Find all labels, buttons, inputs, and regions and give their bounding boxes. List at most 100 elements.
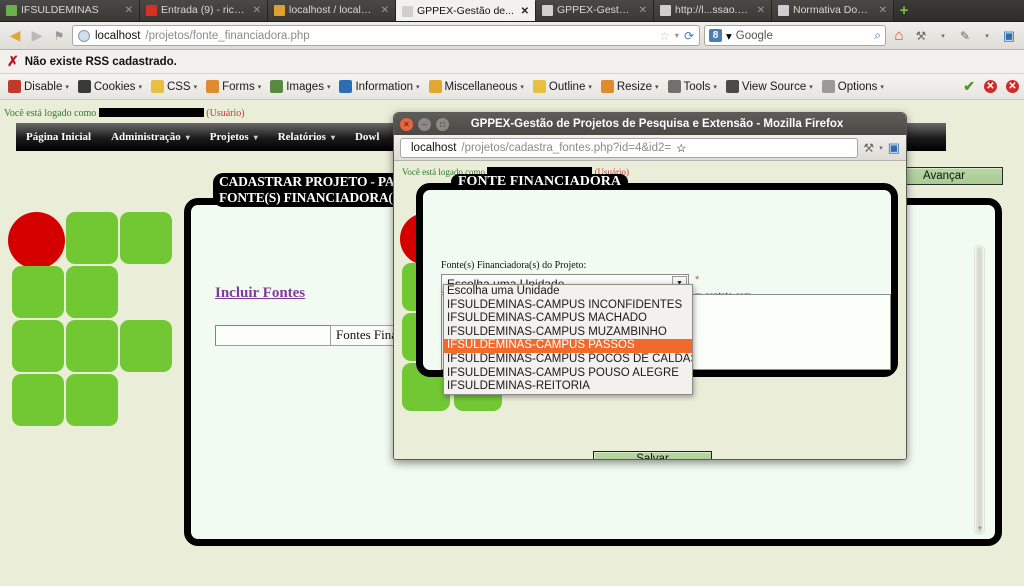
chevron-down-icon[interactable]: ▾ xyxy=(416,83,420,91)
logo-square xyxy=(66,320,118,372)
browser-tab-5[interactable]: http://l...ssao.php ✕ xyxy=(654,0,772,21)
site-menu-projetos[interactable]: Projetos ▾ xyxy=(200,131,268,143)
devtool-miscellaneous[interactable]: Miscellaneous ▾ xyxy=(426,79,527,94)
chevron-down-icon[interactable]: ▾ xyxy=(655,83,659,91)
site-menu-dowl[interactable]: Dowl xyxy=(345,131,389,143)
site-menu-relatórios[interactable]: Relatórios ▾ xyxy=(268,131,345,143)
chevron-down-icon[interactable]: ▾ xyxy=(194,83,198,91)
devtool-options[interactable]: Options ▾ xyxy=(819,79,887,94)
devtool-tools[interactable]: Tools ▾ xyxy=(665,79,720,94)
logo-square xyxy=(120,320,172,372)
tab-close-icon[interactable]: ✕ xyxy=(379,5,389,16)
site-menu-administração[interactable]: Administração ▾ xyxy=(101,131,200,143)
salvar-button[interactable]: Salvar xyxy=(593,451,712,459)
validation-check-icon[interactable]: ✔ xyxy=(963,78,975,95)
tab-close-icon[interactable]: ✕ xyxy=(519,6,529,17)
wrench-icon[interactable]: ⚒ xyxy=(863,141,874,155)
tab-strip: IFSULDEMINAS ✕ Entrada (9) - ricar... ✕ loca… xyxy=(0,0,1024,22)
browser-tab-0[interactable]: IFSULDEMINAS ✕ xyxy=(0,0,140,21)
devtool-information[interactable]: Information ▾ xyxy=(336,79,422,94)
panel-icon[interactable]: ▣ xyxy=(1000,27,1018,45)
content-scrollbar[interactable]: ▲ ▼ xyxy=(974,245,985,535)
dropdown-option-1[interactable]: IFSULDEMINAS-CAMPUS INCONFIDENTES xyxy=(444,299,692,313)
chevron-down-icon[interactable]: ▾ xyxy=(254,133,258,142)
tab-close-icon[interactable]: ✕ xyxy=(251,5,261,16)
dropdown-option-2[interactable]: IFSULDEMINAS-CAMPUS MACHADO xyxy=(444,312,692,326)
search-icon[interactable]: ⌕ xyxy=(874,28,881,43)
dropdown-option-0[interactable]: Escolha uma Unidade xyxy=(444,285,692,299)
address-bar[interactable]: localhost /projetos/fonte_financiadora.p… xyxy=(72,25,700,46)
dialog-title-bar[interactable]: ✕ – □ GPPEX-Gestão de Projetos de Pesqui… xyxy=(394,113,906,135)
site-menu-página-inicial[interactable]: Página Inicial xyxy=(16,131,101,143)
forward-icon[interactable]: ▶ xyxy=(28,27,46,45)
unidade-dropdown-list[interactable]: Escolha uma Unidade IFSULDEMINAS-CAMPUS I… xyxy=(443,284,693,395)
chevron-down-icon[interactable]: ▾ xyxy=(65,83,69,91)
close-icon[interactable]: ✗ xyxy=(7,53,19,70)
chevron-down-icon[interactable]: ▾ xyxy=(258,83,262,91)
error-badge-icon-1[interactable]: ✕ xyxy=(984,80,997,93)
home-icon[interactable]: ⌂ xyxy=(890,27,908,45)
devtool-css[interactable]: CSS ▾ xyxy=(148,79,200,94)
devtool-view-source[interactable]: View Source ▾ xyxy=(723,79,816,94)
pencil-icon[interactable]: ✎ xyxy=(956,27,974,45)
browser-tab-6[interactable]: Normativa Docen... ✕ xyxy=(772,0,894,21)
wrench-icon[interactable]: ⚒ xyxy=(912,27,930,45)
dropdown-option-6[interactable]: IFSULDEMINAS-CAMPUS POUSO ALEGRE xyxy=(444,367,692,381)
tab-close-icon[interactable]: ✕ xyxy=(877,5,887,16)
scrollbar-thumb[interactable] xyxy=(976,247,983,533)
chevron-down-icon-2[interactable]: ▾ xyxy=(978,27,996,45)
tab-close-icon[interactable]: ✕ xyxy=(637,5,647,16)
browser-tab-2[interactable]: localhost / localh... ✕ xyxy=(268,0,396,21)
scroll-down-icon[interactable]: ▼ xyxy=(977,526,983,532)
devtool-forms[interactable]: Forms ▾ xyxy=(203,79,264,94)
chevron-down-icon[interactable]: ▾ xyxy=(520,83,524,91)
panel-icon[interactable]: ▣ xyxy=(888,140,900,156)
chevron-down-icon[interactable]: ▾ xyxy=(809,83,813,91)
chevron-down-icon[interactable]: ▾ xyxy=(879,144,883,152)
chevron-down-icon[interactable]: ▾ xyxy=(713,83,717,91)
window-maximize-icon[interactable]: □ xyxy=(436,117,449,131)
fonte-input[interactable] xyxy=(215,325,331,346)
bookmark-star-icon[interactable]: ☆ xyxy=(676,141,686,155)
search-input[interactable]: Google xyxy=(736,30,870,42)
dropdown-option-7[interactable]: IFSULDEMINAS-REITORIA xyxy=(444,380,692,394)
incluir-fontes-link[interactable]: Incluir Fontes xyxy=(215,285,305,302)
search-engine-chevron-icon[interactable]: ▾ xyxy=(726,29,732,43)
browser-tab-4[interactable]: GPPEX-Gestão de... ✕ xyxy=(536,0,654,21)
window-minimize-icon[interactable]: – xyxy=(418,117,431,131)
dialog-address-bar[interactable]: localhost /projetos/cadastra_fontes.php?… xyxy=(400,137,859,158)
tab-close-icon[interactable]: ✕ xyxy=(755,5,765,16)
window-close-icon[interactable]: ✕ xyxy=(400,117,413,131)
chevron-down-icon[interactable]: ▾ xyxy=(331,133,335,142)
bookmark-flag-icon[interactable]: ⚑ xyxy=(50,27,68,45)
chevron-down-icon[interactable]: ▾ xyxy=(588,83,592,91)
site-menu-label: Projetos xyxy=(209,131,249,143)
dropdown-option-5[interactable]: IFSULDEMINAS-CAMPUS POCOS DE CALDAS xyxy=(444,353,692,367)
devtool-label: Cookies xyxy=(93,80,136,93)
dropdown-option-4[interactable]: IFSULDEMINAS-CAMPUS PASSOS xyxy=(444,339,692,353)
dropdown-option-3[interactable]: IFSULDEMINAS-CAMPUS MUZAMBINHO xyxy=(444,326,692,340)
reload-icon[interactable]: ⟳ xyxy=(684,29,694,43)
page-content: Você está logado como (Usuário) Página I… xyxy=(0,100,1024,586)
new-tab-button[interactable]: + xyxy=(894,0,914,21)
chevron-down-icon[interactable]: ▾ xyxy=(138,83,142,91)
tab-favicon-icon xyxy=(274,4,285,16)
chevron-down-icon[interactable]: ▾ xyxy=(186,133,190,142)
logo-square xyxy=(66,212,118,264)
error-badge-icon-2[interactable]: ✕ xyxy=(1006,80,1019,93)
devtool-disable[interactable]: Disable ▾ xyxy=(5,79,72,94)
chevron-down-icon[interactable]: ▾ xyxy=(880,83,884,91)
tab-close-icon[interactable]: ✕ xyxy=(123,5,133,16)
bookmark-star-icon[interactable]: ☆ xyxy=(659,29,670,43)
browser-tab-3[interactable]: GPPEX-Gestão de... ✕ xyxy=(396,0,536,21)
search-bar[interactable]: 8 ▾ Google ⌕ xyxy=(704,25,886,46)
devtool-outline[interactable]: Outline ▾ xyxy=(530,79,595,94)
devtool-cookies[interactable]: Cookies ▾ xyxy=(75,79,145,94)
chevron-down-icon[interactable]: ▾ xyxy=(327,83,331,91)
chevron-down-icon-1[interactable]: ▾ xyxy=(934,27,952,45)
back-icon[interactable]: ◀ xyxy=(6,27,24,45)
browser-tab-1[interactable]: Entrada (9) - ricar... ✕ xyxy=(140,0,268,21)
devtool-resize[interactable]: Resize ▾ xyxy=(598,79,662,94)
devtool-images[interactable]: Images ▾ xyxy=(267,79,333,94)
chevron-down-icon[interactable]: ▾ xyxy=(675,31,679,40)
